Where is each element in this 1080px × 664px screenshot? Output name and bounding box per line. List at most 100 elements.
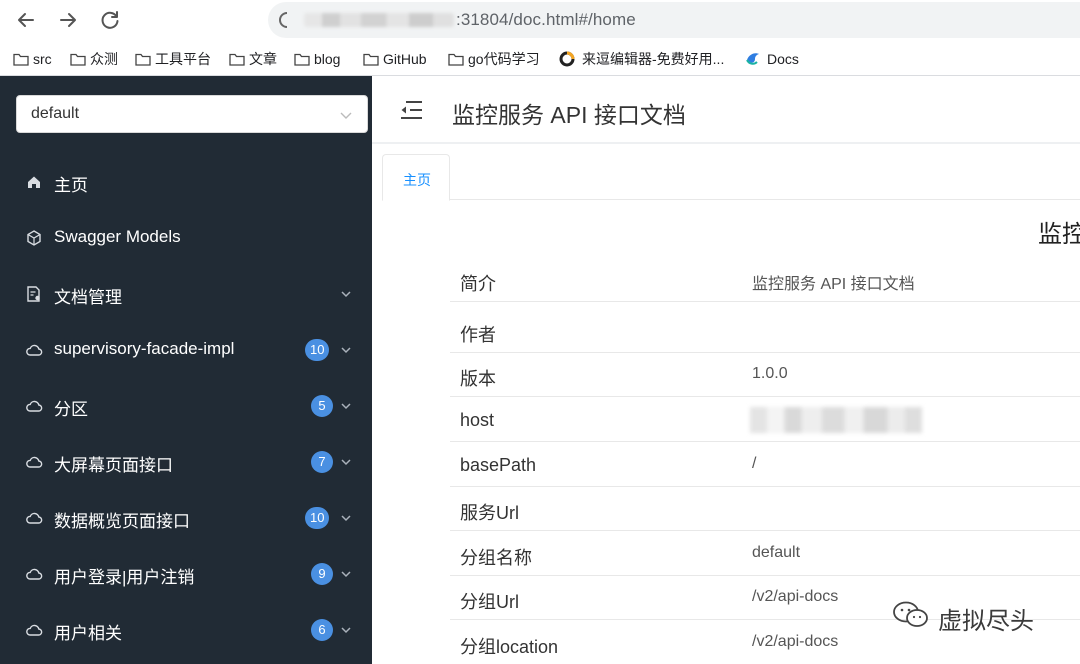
sidebar-item-swagger-models[interactable]: Swagger Models	[0, 210, 372, 266]
sidebar-item-label: 大屏幕页面接口	[54, 456, 173, 475]
sidebar-item-label: 用户相关	[54, 624, 122, 643]
docs-site-icon	[744, 50, 762, 68]
info-value: 监控服务 API 接口文档	[752, 276, 915, 293]
sidebar-item-label: Swagger Models	[54, 227, 181, 246]
folder-icon	[363, 53, 379, 66]
cloud-icon	[25, 341, 43, 359]
browser-toolbar: :31804/doc.html#/home	[0, 0, 1080, 40]
info-key: 作者	[460, 325, 496, 345]
info-value: /	[752, 455, 757, 472]
info-value: default	[752, 544, 801, 561]
bookmark-docs[interactable]: Docs	[744, 49, 799, 69]
bookmark-src[interactable]: src	[13, 49, 52, 69]
sidebar-item-label: 数据概览页面接口	[54, 512, 190, 531]
reload-icon[interactable]	[96, 6, 124, 34]
sidebar-item-partition[interactable]: 分区 5	[0, 378, 372, 434]
chevron-down-icon	[339, 108, 353, 122]
sidebar-item-data-overview-api[interactable]: 数据概览页面接口 10	[0, 490, 372, 546]
info-value: 1.0.0	[752, 365, 788, 382]
bookmark-articles[interactable]: 文章	[229, 49, 277, 69]
info-row-group-name: 分组名称 default	[450, 532, 1080, 576]
folder-icon	[448, 53, 464, 66]
sidebar-item-user-related[interactable]: 用户相关 6	[0, 602, 372, 658]
sidebar-item-home[interactable]: 主页	[0, 154, 372, 210]
count-badge: 5	[311, 395, 333, 417]
tab-home[interactable]: 主页	[382, 154, 450, 201]
info-key: basePath	[460, 455, 537, 475]
back-icon[interactable]	[12, 6, 40, 34]
info-key: 分组location	[460, 637, 559, 657]
bookmark-tools[interactable]: 工具平台	[135, 49, 211, 69]
cloud-icon	[25, 565, 43, 583]
info-row-service-url: 服务Url	[450, 487, 1080, 531]
sidebar-item-user-login-logout[interactable]: 用户登录|用户注销 9	[0, 546, 372, 602]
bookmark-label: src	[33, 51, 52, 67]
bookmarks-bar: src 众测 工具平台 文章 blog GitHub go代码学习 来逗编辑器-…	[0, 40, 1080, 76]
info-row-intro: 简介 监控服务 API 接口文档	[450, 258, 1080, 302]
url-text: :31804/doc.html#/home	[456, 10, 636, 29]
main-header: 监控服务 API 接口文档	[372, 76, 1080, 144]
bookmark-label: Docs	[767, 51, 799, 67]
bookmark-label: 文章	[249, 51, 277, 67]
tabs-bar: 主页	[382, 154, 1080, 201]
info-key: 版本	[460, 369, 496, 389]
chevron-down-icon	[340, 344, 352, 356]
bookmark-label: 众测	[90, 51, 118, 67]
sidebar-item-doc-management[interactable]: 文档管理	[0, 266, 372, 322]
info-row-basepath: basePath /	[450, 443, 1080, 487]
info-value: /v2/api-docs	[752, 588, 839, 605]
bookmark-github[interactable]: GitHub	[363, 49, 427, 69]
sidebar-item-label: 用户登录|用户注销	[54, 568, 195, 587]
folder-icon	[13, 53, 29, 66]
info-row-author: 作者	[450, 309, 1080, 353]
sidebar-item-supervisory-facade-impl[interactable]: supervisory-facade-impl 10	[0, 322, 372, 378]
doc-manage-icon	[25, 285, 43, 303]
bookmark-blog[interactable]: blog	[294, 49, 340, 69]
chevron-down-icon	[340, 568, 352, 580]
content-title: 监控	[1038, 221, 1080, 248]
info-key: 分组Url	[460, 592, 519, 612]
count-badge: 7	[311, 451, 333, 473]
forward-icon[interactable]	[54, 6, 82, 34]
address-bar[interactable]: :31804/doc.html#/home	[268, 2, 1080, 38]
bookmark-editor[interactable]: 来逗编辑器-免费好用...	[558, 49, 724, 69]
cloud-icon	[25, 621, 43, 639]
group-select[interactable]: default	[16, 95, 368, 133]
editor-site-icon	[558, 50, 576, 68]
bookmark-label: GitHub	[383, 51, 427, 67]
count-badge: 10	[305, 507, 330, 529]
sidebar-item-label: 分区	[54, 400, 88, 419]
folder-icon	[70, 53, 86, 66]
info-row-version: 版本 1.0.0	[450, 353, 1080, 397]
info-row-host: host	[450, 398, 1080, 442]
watermark-text: 虚拟尽头	[938, 608, 1034, 635]
group-select-value: default	[31, 105, 80, 122]
menu-fold-icon[interactable]	[399, 99, 423, 121]
chevron-down-icon	[340, 624, 352, 636]
tab-label: 主页	[403, 172, 431, 188]
chevron-down-icon	[340, 400, 352, 412]
bookmark-label: 工具平台	[155, 51, 211, 67]
chevron-down-icon	[340, 512, 352, 524]
info-key: 简介	[460, 274, 496, 294]
sidebar-item-label: 文档管理	[54, 288, 122, 307]
bookmark-go-learning[interactable]: go代码学习	[448, 49, 540, 69]
bookmark-zhongce[interactable]: 众测	[70, 49, 118, 69]
url-redacted-host	[304, 13, 454, 27]
cloud-icon	[25, 453, 43, 471]
folder-icon	[229, 53, 245, 66]
sidebar-item-big-screen-api[interactable]: 大屏幕页面接口 7	[0, 434, 372, 490]
host-redacted	[750, 407, 922, 433]
sidebar-item-label: supervisory-facade-impl	[54, 339, 235, 358]
page-title: 监控服务 API 接口文档	[452, 102, 686, 128]
cube-icon	[25, 229, 43, 247]
count-badge: 6	[311, 619, 333, 641]
watermark: 虚拟尽头	[892, 600, 1034, 637]
chevron-down-icon	[340, 288, 352, 300]
info-value: /v2/api-docs	[752, 633, 839, 650]
site-info-icon[interactable]	[278, 11, 296, 29]
folder-icon	[294, 53, 310, 66]
sidebar: default 主页 Swagger Models 文档管理 superviso…	[0, 76, 372, 664]
info-key: 服务Url	[460, 503, 519, 523]
cloud-icon	[25, 397, 43, 415]
